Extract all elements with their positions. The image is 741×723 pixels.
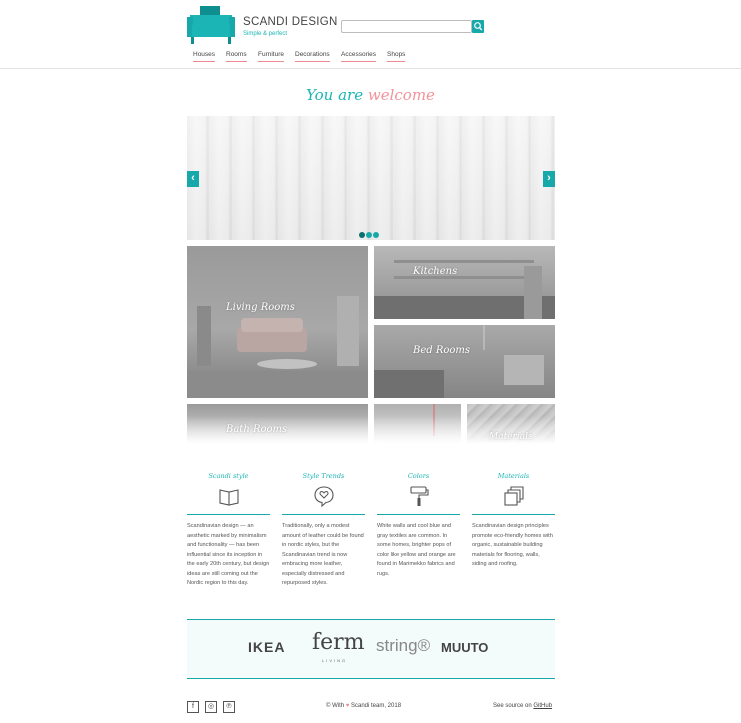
feature-title[interactable]: Scandi style — [187, 472, 270, 480]
feature-title[interactable]: Materials — [472, 472, 555, 480]
tile-bath-rooms-label: Bath Rooms — [226, 424, 288, 435]
feature-text: Scandinavian design — an aesthetic marke… — [187, 523, 270, 586]
footer-team: Scandi team, 2018 — [351, 703, 402, 709]
chevron-right-icon: › — [547, 172, 551, 184]
feature-divider — [187, 514, 270, 515]
brand-string[interactable]: string® — [376, 636, 430, 656]
feature-divider — [282, 514, 365, 515]
tile-living-rooms[interactable]: Living Rooms — [187, 246, 368, 398]
hero-slider — [187, 116, 555, 240]
pinterest-icon[interactable]: ℗ — [223, 701, 235, 713]
footer-source-text: See source on — [493, 703, 532, 709]
living-room-image — [187, 296, 368, 398]
tile-bed-rooms[interactable]: Bed Rooms — [374, 325, 555, 398]
nav-rooms[interactable]: Rooms — [226, 51, 247, 62]
feature-title[interactable]: Style Trends — [282, 472, 365, 480]
tile-living-rooms-label: Living Rooms — [226, 302, 295, 313]
brand-muuto[interactable]: MUUTO — [441, 640, 488, 655]
tile-materials-label: Materials — [489, 432, 533, 442]
feature-title[interactable]: Colors — [377, 472, 460, 480]
heart-icon: ♥ — [345, 703, 350, 709]
footer-source: See source on GitHub — [493, 703, 552, 709]
tile-decor[interactable] — [374, 404, 461, 444]
nav-decorations[interactable]: Decorations — [295, 51, 330, 62]
feature-text: White walls and cool blue and gray texti… — [377, 523, 456, 577]
book-icon — [219, 489, 239, 506]
welcome-part1: You are — [306, 86, 364, 104]
footer-with: © With — [326, 703, 345, 709]
brand-tagline: Simple & perfect — [243, 31, 288, 37]
slider-prev-button[interactable]: ‹ — [187, 171, 199, 187]
brand-ikea[interactable]: IKEA — [248, 639, 285, 655]
tile-kitchens[interactable]: Kitchens — [374, 246, 555, 319]
feature-divider — [377, 514, 460, 515]
slider-dot[interactable] — [359, 232, 365, 238]
nav-accessories[interactable]: Accessories — [341, 51, 377, 62]
slider-next-button[interactable]: › — [543, 171, 555, 187]
tile-materials[interactable]: Materials — [467, 404, 555, 444]
slider-dot[interactable] — [373, 232, 379, 238]
layers-icon — [504, 486, 524, 506]
github-link[interactable]: GitHub — [533, 703, 552, 709]
tile-kitchens-label: Kitchens — [413, 266, 458, 277]
brand-ferm[interactable]: ferm — [312, 630, 365, 655]
search-button[interactable] — [472, 20, 484, 33]
slider-dot[interactable] — [366, 232, 372, 238]
chevron-left-icon: ‹ — [191, 172, 195, 184]
footer-copyright: © With ♥ Scandi team, 2018 — [326, 703, 401, 709]
feature-divider — [472, 514, 555, 515]
tile-fade — [374, 416, 461, 444]
brand-partners: IKEA ferm LIVING string® MUUTO — [187, 619, 555, 679]
instagram-icon[interactable]: ◎ — [205, 701, 217, 713]
nav-shops[interactable]: Shops — [387, 51, 406, 62]
feature-text: Scandinavian design principles promote e… — [472, 523, 553, 567]
site-header: SCANDI DESIGN Simple & perfect Houses Ro… — [0, 0, 741, 69]
slider-image — [187, 116, 555, 240]
paint-roller-icon — [410, 486, 429, 506]
nav-houses[interactable]: Houses — [193, 51, 216, 62]
bedroom-image — [374, 325, 544, 398]
search-input[interactable] — [341, 20, 472, 33]
facebook-icon[interactable]: f — [187, 701, 199, 713]
sofa-logo-icon[interactable] — [187, 5, 235, 45]
kitchen-image — [374, 260, 555, 319]
search-icon — [474, 22, 483, 31]
heart-bubble-icon — [314, 486, 334, 507]
tile-bed-rooms-label: Bed Rooms — [413, 345, 471, 356]
tile-bath-rooms[interactable]: Bath Rooms — [187, 404, 368, 444]
brand-ferm-sub: LIVING — [322, 658, 348, 663]
welcome-part2: welcome — [367, 86, 435, 104]
welcome-heading: You are welcome — [0, 86, 741, 104]
nav-furniture[interactable]: Furniture — [258, 51, 285, 62]
brand-title[interactable]: SCANDI DESIGN — [243, 16, 338, 28]
feature-text: Traditionally, only a modest amount of l… — [282, 523, 364, 586]
